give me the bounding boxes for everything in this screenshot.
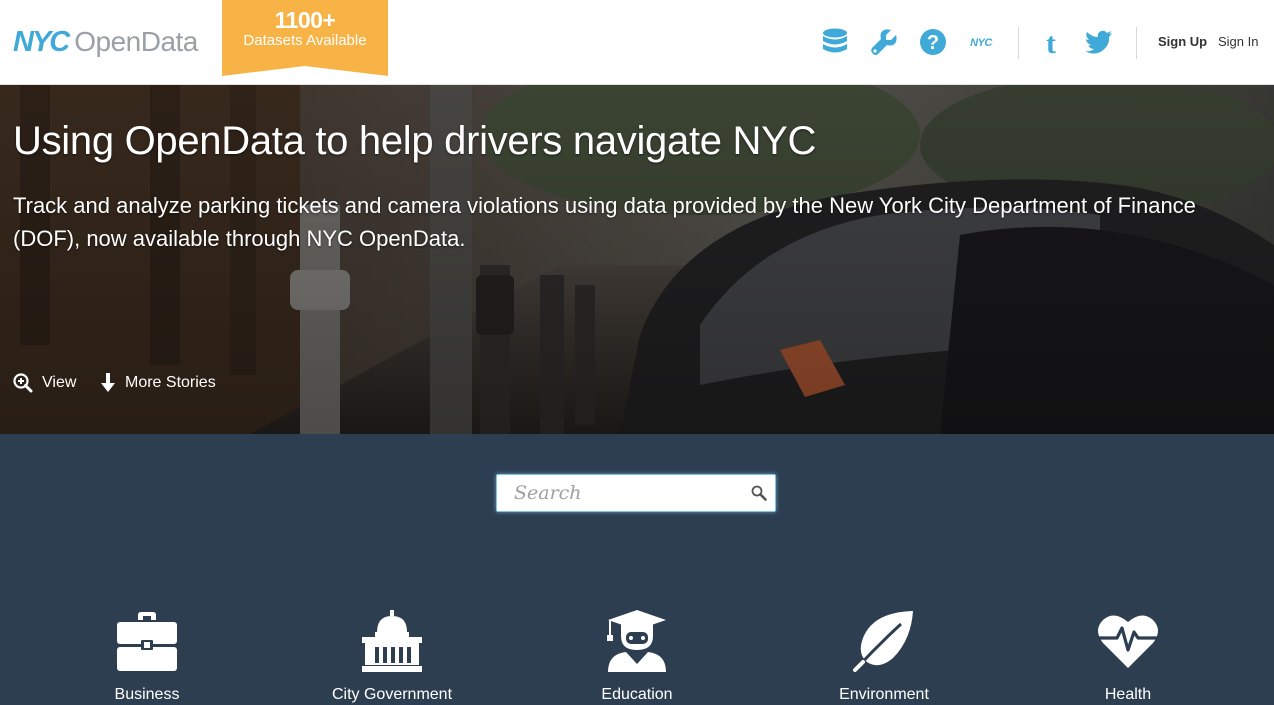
arrow-down-icon [101,373,115,392]
category-environment[interactable]: Environment [799,604,969,704]
sign-in-link[interactable]: Sign In [1218,34,1258,49]
view-story-link[interactable]: View [13,373,76,393]
heart-pulse-icon [1098,615,1158,668]
header-divider [1018,27,1019,59]
nyc-opendata-logo[interactable]: NYC OpenData [13,26,198,58]
featured-story-banner: Using OpenData to help drivers navigate … [0,85,1274,434]
browse-section: Business City Government [0,434,1274,705]
briefcase-icon [117,612,177,671]
graduate-icon [607,610,666,672]
category-label: Business [114,686,180,703]
svg-text:?: ? [927,32,939,54]
view-label: View [42,374,77,391]
help-icon[interactable]: ? [918,26,948,58]
svg-text:t: t [1046,28,1056,56]
twitter-icon[interactable] [1084,26,1114,58]
database-icon[interactable] [820,26,850,58]
leaf-icon [853,611,913,672]
category-label: Education [601,686,673,703]
datasets-count: 1100+ [274,7,336,33]
category-education[interactable]: Education [552,604,722,704]
wrench-icon[interactable] [869,26,899,58]
hero-description: Track and analyze parking tickets and ca… [13,193,1196,251]
search-icon[interactable] [751,485,767,501]
header-divider [1136,27,1137,59]
zoom-in-icon [13,373,33,393]
category-label: Environment [839,686,929,703]
site-header: NYC OpenData 1100+ Datasets Available ? [0,0,1274,85]
more-stories-link[interactable]: More Stories [100,373,216,393]
tumblr-icon[interactable]: t [1036,26,1066,58]
logo-opendata-text: OpenData [74,26,198,57]
datasets-label: Datasets Available [243,32,367,49]
category-city-government[interactable]: City Government [307,604,477,704]
category-health[interactable]: Health [1043,604,1213,704]
datasets-ribbon[interactable]: 1100+ Datasets Available [222,0,388,76]
category-business[interactable]: Business [62,604,232,704]
hero-title: Using OpenData to help drivers navigate … [13,119,817,163]
search-box [496,474,776,512]
nyc-icon[interactable]: NYC [966,26,996,58]
category-label: City Government [331,686,453,703]
svg-text:NYC: NYC [970,37,993,49]
sign-up-link[interactable]: Sign Up [1158,34,1207,49]
search-input[interactable] [497,475,737,511]
category-label: Health [1104,686,1152,703]
capitol-building-icon [362,610,422,672]
logo-nyc-text: NYC [13,25,70,58]
more-stories-label: More Stories [125,374,216,391]
